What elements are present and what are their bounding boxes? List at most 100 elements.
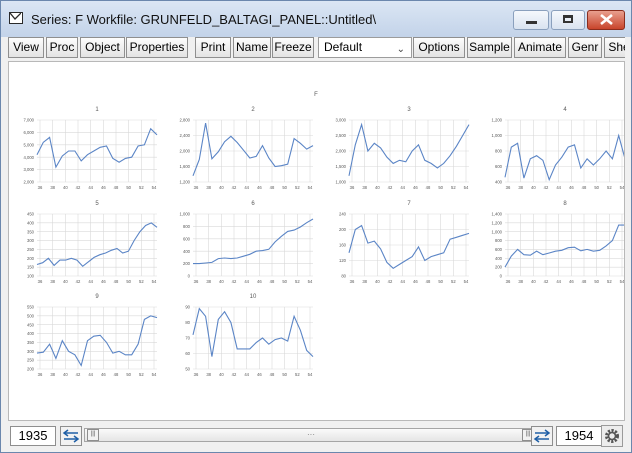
x-tick-label: 46: [413, 279, 418, 284]
x-tick-label: 36: [506, 185, 511, 190]
object-button[interactable]: Object: [80, 37, 125, 58]
graph-area[interactable]: F 1 2,000 3,000 4,000 5,000 6,000 7,000 36 38 40 4…: [8, 61, 626, 421]
x-tick-label: 40: [63, 372, 68, 377]
y-tick-label: 6,000: [24, 130, 35, 135]
maximize-icon: [563, 15, 573, 23]
maximize-button[interactable]: [551, 10, 585, 30]
sample-slider-track[interactable]: ||| ··· |||: [84, 428, 539, 442]
x-tick-label: 46: [257, 279, 262, 284]
series-line: [504, 133, 626, 182]
arrows-left-right-icon[interactable]: [60, 426, 82, 446]
graph-type-select[interactable]: Default ⌄: [318, 37, 412, 58]
y-tick-label: 60: [185, 351, 190, 356]
y-tick-label: 200: [183, 261, 191, 266]
x-tick-label: 44: [244, 372, 249, 377]
x-tick-label: 52: [139, 185, 144, 190]
x-tick-label: 36: [350, 185, 355, 190]
panel-title: 5: [95, 201, 99, 207]
sheet-button[interactable]: She: [604, 37, 625, 58]
x-tick-label: 42: [232, 372, 237, 377]
x-tick-label: 50: [282, 185, 287, 190]
freeze-button[interactable]: Freeze: [272, 37, 314, 58]
x-tick-label: 48: [270, 279, 275, 284]
proc-button[interactable]: Proc: [46, 37, 78, 58]
animate-button[interactable]: Animate: [514, 37, 566, 58]
x-tick-label: 50: [594, 185, 599, 190]
x-tick-label: 52: [451, 185, 456, 190]
x-tick-label: 36: [194, 372, 199, 377]
x-tick-label: 42: [544, 185, 549, 190]
panel-line-graph: F 12,0003,0004,0005,0006,0007,00036 38 40 4…: [24, 92, 626, 377]
x-tick-label: 52: [139, 279, 144, 284]
end-year-field[interactable]: 1954: [556, 426, 602, 446]
x-tick-label: 44: [400, 185, 405, 190]
y-tick-label: 400: [27, 220, 35, 225]
x-tick-label: 54: [152, 372, 157, 377]
x-tick-label: 44: [88, 185, 93, 190]
x-tick-label: 50: [126, 279, 131, 284]
y-tick-label: 800: [495, 238, 503, 243]
x-tick-label: 36: [38, 372, 43, 377]
y-tick-label: 250: [27, 358, 35, 363]
x-tick-label: 52: [295, 279, 300, 284]
x-tick-label: 40: [219, 185, 224, 190]
arrows-right-left-icon[interactable]: [531, 426, 553, 446]
y-tick-label: 0: [500, 274, 503, 279]
y-tick-label: 1,600: [180, 164, 191, 169]
view-button[interactable]: View: [8, 37, 44, 58]
y-tick-label: 400: [495, 180, 503, 185]
series-line: [192, 123, 314, 176]
x-tick-label: 44: [244, 185, 249, 190]
sample-start-handle[interactable]: |||: [87, 429, 99, 441]
title-bar[interactable]: Series: F Workfile: GRUNFELD_BALTAGI_PAN…: [1, 1, 631, 37]
genr-button[interactable]: Genr: [568, 37, 602, 58]
gear-icon[interactable]: [601, 425, 623, 447]
toolbar: View Proc Object Properties Print Name F…: [8, 37, 625, 59]
y-tick-label: 160: [339, 243, 347, 248]
close-button[interactable]: [587, 10, 625, 30]
y-tick-label: 120: [339, 258, 347, 263]
x-tick-label: 52: [295, 372, 300, 377]
panel-title: 1: [95, 107, 99, 113]
y-tick-label: 200: [27, 367, 35, 372]
x-tick-label: 54: [308, 185, 313, 190]
x-tick-label: 36: [38, 185, 43, 190]
print-button[interactable]: Print: [195, 37, 231, 58]
panel-title: 2: [251, 107, 255, 113]
y-tick-label: 600: [183, 236, 191, 241]
x-tick-label: 44: [88, 279, 93, 284]
y-tick-label: 400: [495, 256, 503, 261]
y-tick-label: 450: [27, 212, 35, 217]
chevron-down-icon: ⌄: [396, 44, 405, 55]
minimize-button[interactable]: [513, 10, 549, 30]
y-tick-label: 500: [27, 313, 35, 318]
properties-button[interactable]: Properties: [126, 37, 188, 58]
x-tick-label: 40: [219, 279, 224, 284]
series-line: [193, 218, 314, 265]
y-tick-label: 400: [27, 331, 35, 336]
start-year-field[interactable]: 1935: [10, 426, 56, 446]
name-button[interactable]: Name: [233, 37, 271, 58]
y-tick-label: 200: [495, 265, 503, 270]
x-tick-label: 38: [206, 372, 211, 377]
sample-button[interactable]: Sample: [467, 37, 512, 58]
y-tick-label: 2,400: [180, 133, 191, 138]
x-tick-label: 54: [620, 185, 624, 190]
scroll-grip-icon: ···: [307, 430, 315, 439]
x-tick-label: 42: [76, 279, 81, 284]
x-tick-label: 50: [126, 372, 131, 377]
y-tick-label: 800: [183, 224, 191, 229]
options-button[interactable]: Options: [413, 37, 465, 58]
series-line: [36, 127, 158, 169]
y-tick-label: 250: [27, 247, 35, 252]
x-tick-label: 50: [282, 279, 287, 284]
y-tick-label: 1,000: [180, 212, 191, 217]
series-window-icon: [9, 12, 23, 24]
x-tick-label: 38: [50, 185, 55, 190]
y-tick-label: 3,000: [336, 118, 347, 123]
x-tick-label: 46: [569, 185, 574, 190]
x-tick-label: 46: [101, 372, 106, 377]
series-line: [504, 224, 625, 268]
x-tick-label: 48: [582, 279, 587, 284]
series-line: [348, 224, 470, 269]
